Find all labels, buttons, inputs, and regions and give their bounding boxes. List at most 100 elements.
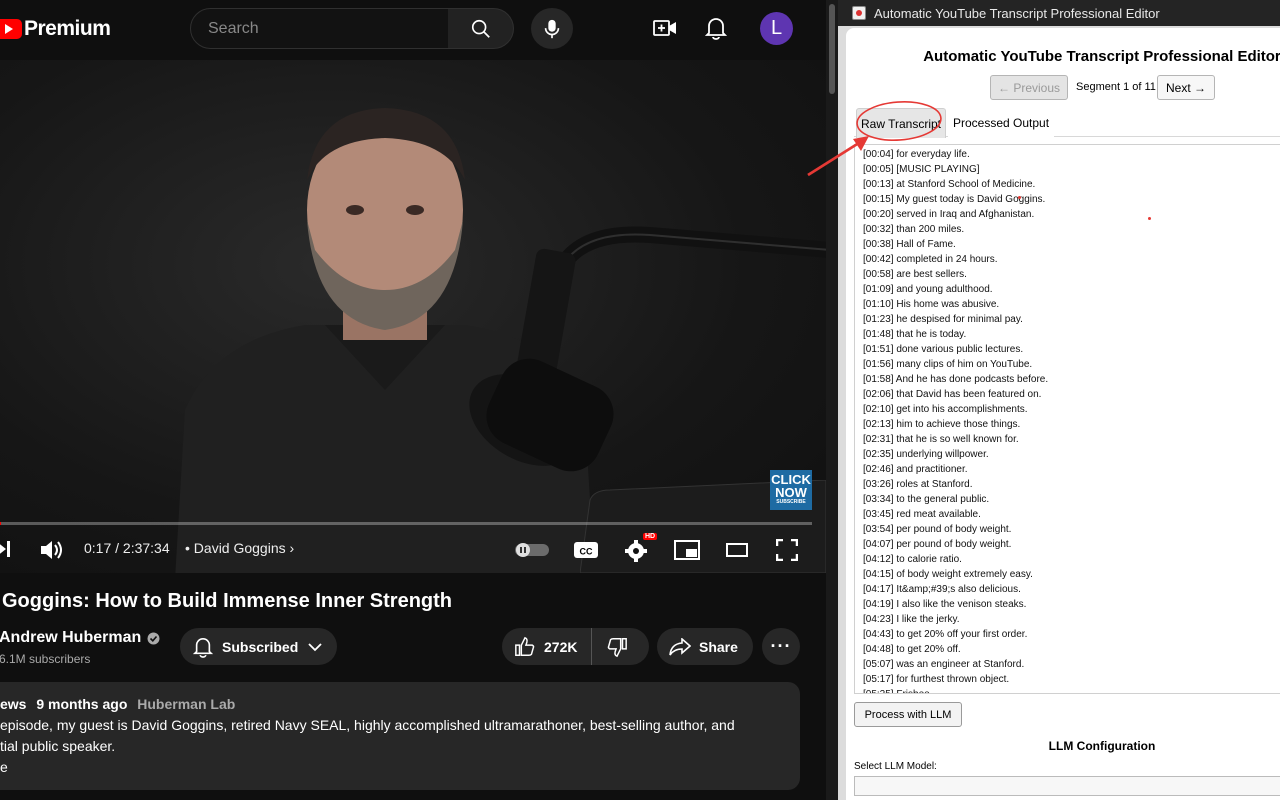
volume-icon bbox=[41, 541, 62, 559]
transcript-line: [04:43] to get 20% off your first order. bbox=[863, 629, 1028, 640]
hd-badge: HD bbox=[643, 533, 658, 540]
red-dot-marker bbox=[1018, 196, 1021, 199]
chevron-right-icon: › bbox=[289, 540, 295, 556]
bell-icon bbox=[705, 18, 727, 40]
tab-raw-transcript[interactable]: Raw Transcript bbox=[856, 108, 946, 138]
video-player[interactable]: CLICK NOW SUBSCRIBE 0:17 / 2:37:34 • Dav… bbox=[0, 60, 826, 573]
transcript-line: [00:13] at Stanford School of Medicine. bbox=[863, 179, 1036, 190]
chapter-name: • David Goggins bbox=[185, 540, 286, 556]
fullscreen-button[interactable] bbox=[776, 539, 798, 561]
description-box[interactable]: ews 9 months ago Huberman Lab episode, m… bbox=[0, 682, 800, 790]
youtube-logo-text: Premium bbox=[24, 17, 111, 40]
transcript-line: [01:23] he despised for minimal pay. bbox=[863, 314, 1023, 325]
dislike-button[interactable] bbox=[592, 628, 628, 665]
share-button[interactable]: Share bbox=[657, 628, 753, 665]
transcript-line: [01:58] And he has done podcasts before. bbox=[863, 374, 1049, 385]
bell-icon bbox=[193, 637, 213, 658]
share-icon bbox=[669, 637, 691, 655]
tab-processed-output[interactable]: Processed Output bbox=[948, 108, 1054, 138]
youtube-page: Premium L bbox=[0, 0, 826, 800]
transcript-line: [00:04] for everyday life. bbox=[863, 149, 970, 160]
channel-name-text: Andrew Huberman bbox=[0, 629, 142, 646]
more-actions-button[interactable]: ··· bbox=[762, 628, 800, 665]
theater-mode-button[interactable] bbox=[726, 542, 748, 558]
search-input[interactable] bbox=[191, 9, 449, 48]
transcript-line: [03:34] to the general public. bbox=[863, 494, 990, 505]
autoplay-toggle[interactable] bbox=[514, 543, 550, 557]
description-line-3: e bbox=[0, 759, 8, 775]
transcript-line: [02:31] that he is so well known for. bbox=[863, 434, 1019, 445]
yt-header: Premium L bbox=[0, 0, 826, 56]
create-button[interactable] bbox=[652, 15, 678, 41]
app-icon bbox=[852, 6, 866, 20]
progress-fill bbox=[0, 522, 2, 525]
transcript-panel[interactable]: [00:04] for everyday life. [00:05] [MUSIC… bbox=[854, 144, 1280, 694]
settings-button[interactable]: HD bbox=[624, 533, 658, 563]
like-dislike-group: 272K bbox=[502, 628, 649, 665]
previous-button[interactable]: ← Previous bbox=[990, 75, 1068, 100]
avatar[interactable]: L bbox=[760, 12, 793, 45]
video-title: Goggins: How to Build Immense Inner Stre… bbox=[2, 590, 453, 612]
window-titlebar[interactable]: Automatic YouTube Transcript Professiona… bbox=[838, 0, 1280, 26]
transcript-line: [03:26] roles at Stanford. bbox=[863, 479, 973, 490]
next-button[interactable] bbox=[0, 540, 12, 558]
notifications-button[interactable] bbox=[703, 15, 729, 41]
transcript-line: [02:13] him to achieve those things. bbox=[863, 419, 1021, 430]
channel-link[interactable]: Huberman Lab bbox=[137, 696, 235, 712]
captions-button[interactable]: CC bbox=[574, 540, 598, 560]
transcript-line: [04:17] It&amp;#39;s also delicious. bbox=[863, 584, 1021, 595]
cc-icon: CC bbox=[574, 542, 598, 558]
llm-model-select[interactable] bbox=[854, 776, 1280, 796]
click-now-badge[interactable]: CLICK NOW SUBSCRIBE bbox=[770, 470, 812, 510]
search-button[interactable] bbox=[448, 8, 514, 49]
subscribe-button[interactable]: Subscribed bbox=[180, 628, 337, 665]
transcript-line: [00:42] completed in 24 hours. bbox=[863, 254, 998, 265]
mute-button[interactable] bbox=[40, 539, 64, 561]
chapter-title[interactable]: • David Goggins › bbox=[185, 540, 294, 556]
red-dot-marker bbox=[1148, 217, 1151, 220]
voice-search-button[interactable] bbox=[531, 8, 573, 49]
verified-icon bbox=[147, 632, 160, 644]
youtube-play-icon bbox=[0, 19, 22, 39]
youtube-logo[interactable]: Premium bbox=[0, 17, 111, 41]
transcript-line: [00:32] than 200 miles. bbox=[863, 224, 965, 235]
player-controls: 0:17 / 2:37:34 • David Goggins › CC HD bbox=[0, 528, 826, 573]
theater-icon bbox=[726, 543, 748, 557]
chevron-down-icon bbox=[308, 642, 322, 651]
transcript-line: [00:05] [MUSIC PLAYING] bbox=[863, 164, 980, 175]
progress-bar[interactable] bbox=[0, 522, 812, 525]
transcript-line: [02:46] and practitioner. bbox=[863, 464, 968, 475]
segment-indicator: Segment 1 of 11 bbox=[1076, 81, 1156, 93]
transcript-line: [01:51] done various public lectures. bbox=[863, 344, 1024, 355]
process-with-llm-button[interactable]: Process with LLM bbox=[854, 702, 962, 727]
like-button[interactable]: 272K bbox=[502, 628, 593, 665]
transcript-line: [04:19] I also like the venison steaks. bbox=[863, 599, 1027, 610]
transcript-line: [04:15] of body weight extremely easy. bbox=[863, 569, 1033, 580]
llm-model-label: Select LLM Model: bbox=[854, 761, 937, 772]
subscriber-count: 6.1M subscribers bbox=[0, 652, 91, 666]
page-scrollbar[interactable] bbox=[826, 0, 838, 800]
description-line-1: episode, my guest is David Goggins, reti… bbox=[0, 717, 735, 733]
description-meta: ews 9 months ago Huberman Lab bbox=[0, 696, 235, 712]
share-label: Share bbox=[699, 638, 738, 655]
extension-window: Automatic YouTube Transcript Professiona… bbox=[838, 0, 1280, 800]
transcript-line: [01:10] His home was abusive. bbox=[863, 299, 1000, 310]
miniplayer-button[interactable] bbox=[674, 540, 700, 560]
like-count: 272K bbox=[544, 638, 578, 655]
gear-icon bbox=[625, 540, 647, 562]
transcript-line: [02:06] that David has been featured on. bbox=[863, 389, 1042, 400]
transcript-line: [00:20] served in Iraq and Afghanistan. bbox=[863, 209, 1035, 220]
subscribe-label: Subscribed bbox=[222, 638, 299, 655]
transcript-line: [04:12] to calorie ratio. bbox=[863, 554, 962, 565]
channel-name[interactable]: Andrew Huberman bbox=[0, 629, 160, 647]
search-box bbox=[190, 8, 450, 49]
svg-text:CC: CC bbox=[580, 547, 593, 557]
microphone-boom-icon bbox=[469, 226, 826, 472]
create-video-icon bbox=[653, 20, 676, 36]
transcript-line: [01:09] and young adulthood. bbox=[863, 284, 993, 295]
transcript-line: [01:56] many clips of him on YouTube. bbox=[863, 359, 1033, 370]
thumbs-up-icon bbox=[515, 636, 535, 656]
transcript-line: [05:07] was an engineer at Stanford. bbox=[863, 659, 1025, 670]
scrollbar-thumb[interactable] bbox=[829, 4, 835, 94]
next-button[interactable]: Next → bbox=[1157, 75, 1215, 100]
